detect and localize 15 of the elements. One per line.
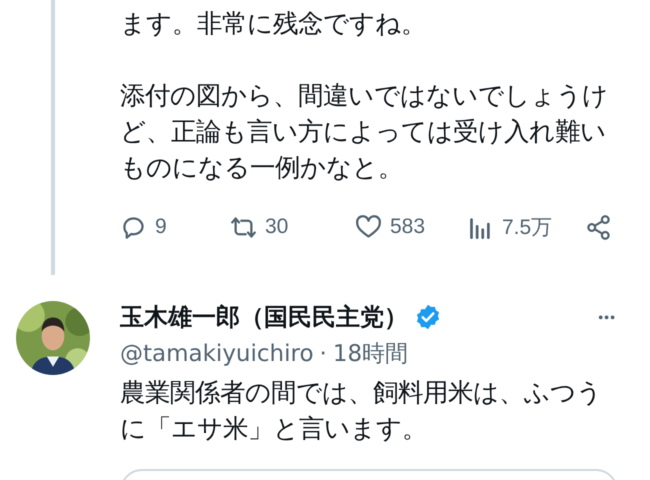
tweet-text: ます。非常に残念ですね。	[120, 8, 427, 40]
tweet-text: 農業関係者の間では、飼料用米は、ふつうに「エサ米」と言います。	[120, 377, 603, 445]
more-button[interactable]: •••	[598, 309, 616, 325]
author-name[interactable]: 玉木雄一郎（国民民主党）	[120, 301, 408, 333]
retweet-button[interactable]: 30	[230, 214, 355, 240]
reply-button[interactable]: 9	[120, 214, 230, 240]
timestamp[interactable]: 18時間	[332, 337, 408, 371]
share-button[interactable]	[585, 214, 612, 240]
views-button[interactable]: 7.5万	[467, 213, 585, 241]
like-button[interactable]: 583	[355, 214, 467, 240]
user-handle[interactable]: @tamakiyuichiro	[120, 337, 314, 371]
separator-dot: ·	[320, 340, 327, 369]
heart-icon	[355, 214, 382, 240]
tweet-text: 添付の図から、間違いではないでしょうけど、正論も言い方によっては受け入れ難いものになる一例かなと。	[120, 80, 609, 184]
share-icon	[585, 214, 612, 240]
